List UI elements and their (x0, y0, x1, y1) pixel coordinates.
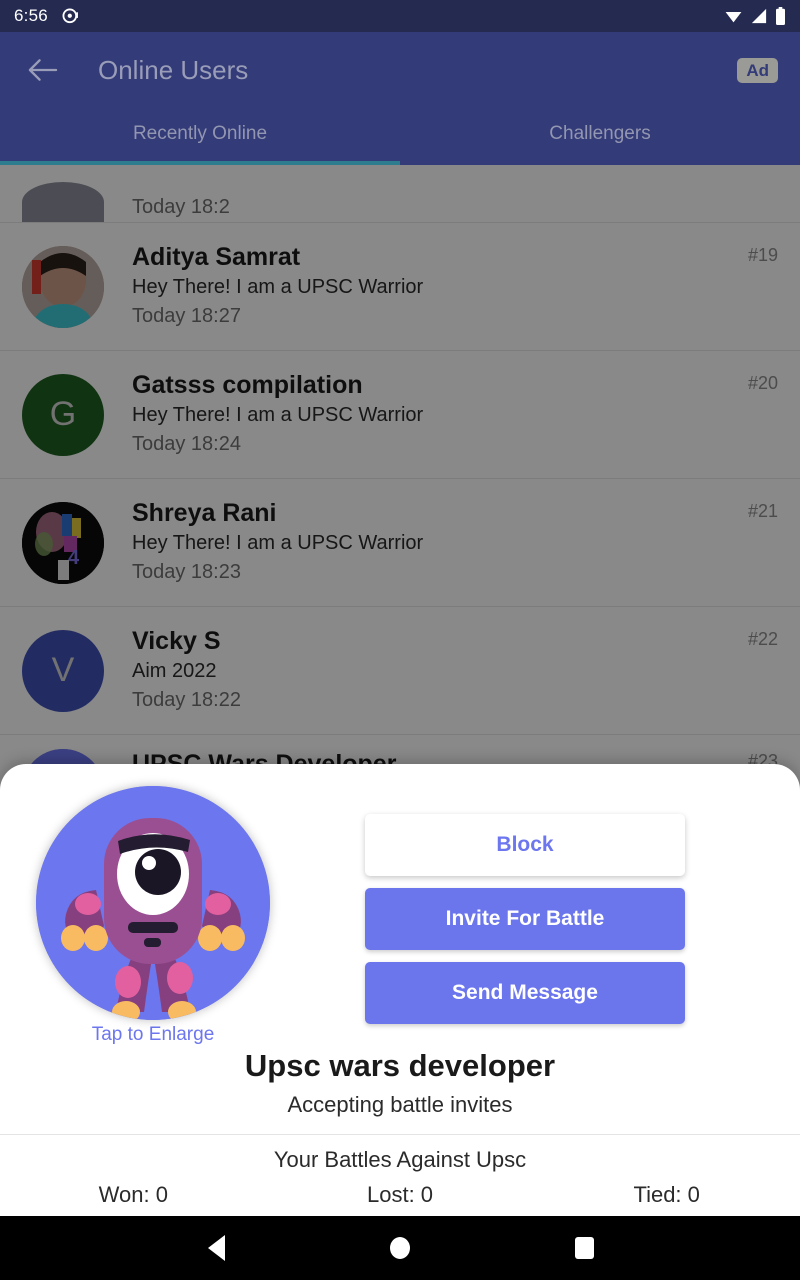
battery-icon (776, 7, 785, 25)
battle-stats-title: Your Battles Against Upsc (273, 1147, 527, 1172)
profile-actions: Block Invite For Battle Send Message (278, 786, 772, 1046)
status-notification-icons (62, 7, 79, 25)
monster-avatar-icon (36, 786, 270, 1020)
status-system-icons (724, 7, 786, 25)
tab-recently-online[interactable]: Recently Online (0, 108, 400, 165)
profile-picture-column: Tap to Enlarge (28, 786, 278, 1046)
recents-nav-icon[interactable] (561, 1225, 607, 1271)
signal-icon (751, 8, 767, 24)
profile-subtitle: Accepting battle invites (287, 1092, 513, 1117)
stat-tied: Tied: 0 (633, 1182, 700, 1207)
back-arrow-icon[interactable] (22, 50, 62, 90)
android-nav-bar (0, 1216, 800, 1280)
page-title: Online Users (98, 54, 249, 85)
tab-bar: Recently Online Challengers (0, 108, 800, 165)
ad-button[interactable]: Ad (737, 57, 778, 83)
block-button[interactable]: Block (365, 814, 685, 876)
avatar[interactable] (36, 786, 270, 1020)
home-nav-icon[interactable] (377, 1225, 423, 1271)
sheet-top-section: Tap to Enlarge Block Invite For Battle S… (0, 764, 800, 1046)
tap-to-enlarge-link[interactable]: Tap to Enlarge (92, 1024, 215, 1046)
profile-display-name: Upsc wars developer (244, 1048, 556, 1083)
tab-indicator (0, 161, 400, 165)
back-nav-icon[interactable] (193, 1225, 239, 1271)
status-time: 6:56 (14, 6, 48, 25)
profile-bottom-sheet: Tap to Enlarge Block Invite For Battle S… (0, 764, 800, 1223)
tab-challengers[interactable]: Challengers (400, 108, 800, 165)
back-arrow-glyph (28, 59, 57, 81)
invite-for-battle-button[interactable]: Invite For Battle (365, 888, 685, 950)
battle-stats-row: Won: 0 Lost: 0 Tied: 0 (0, 1182, 800, 1208)
phone-screen: 6:56 Online Users Ad Recently Online Cha… (0, 0, 800, 1280)
battle-stats: Your Battles Against Upsc Won: 0 Lost: 0… (0, 1134, 800, 1223)
wifi-icon (725, 12, 742, 23)
stat-lost: Lost: 0 (366, 1182, 434, 1207)
app-bar: Online Users Ad Recently Online Challeng… (0, 32, 800, 165)
status-bar: 6:56 (0, 0, 800, 32)
app-bar-top: Online Users Ad (0, 32, 800, 108)
send-message-button[interactable]: Send Message (365, 962, 685, 1024)
notification-dot-icon (62, 7, 78, 23)
stat-won: Won: 0 (98, 1182, 168, 1207)
